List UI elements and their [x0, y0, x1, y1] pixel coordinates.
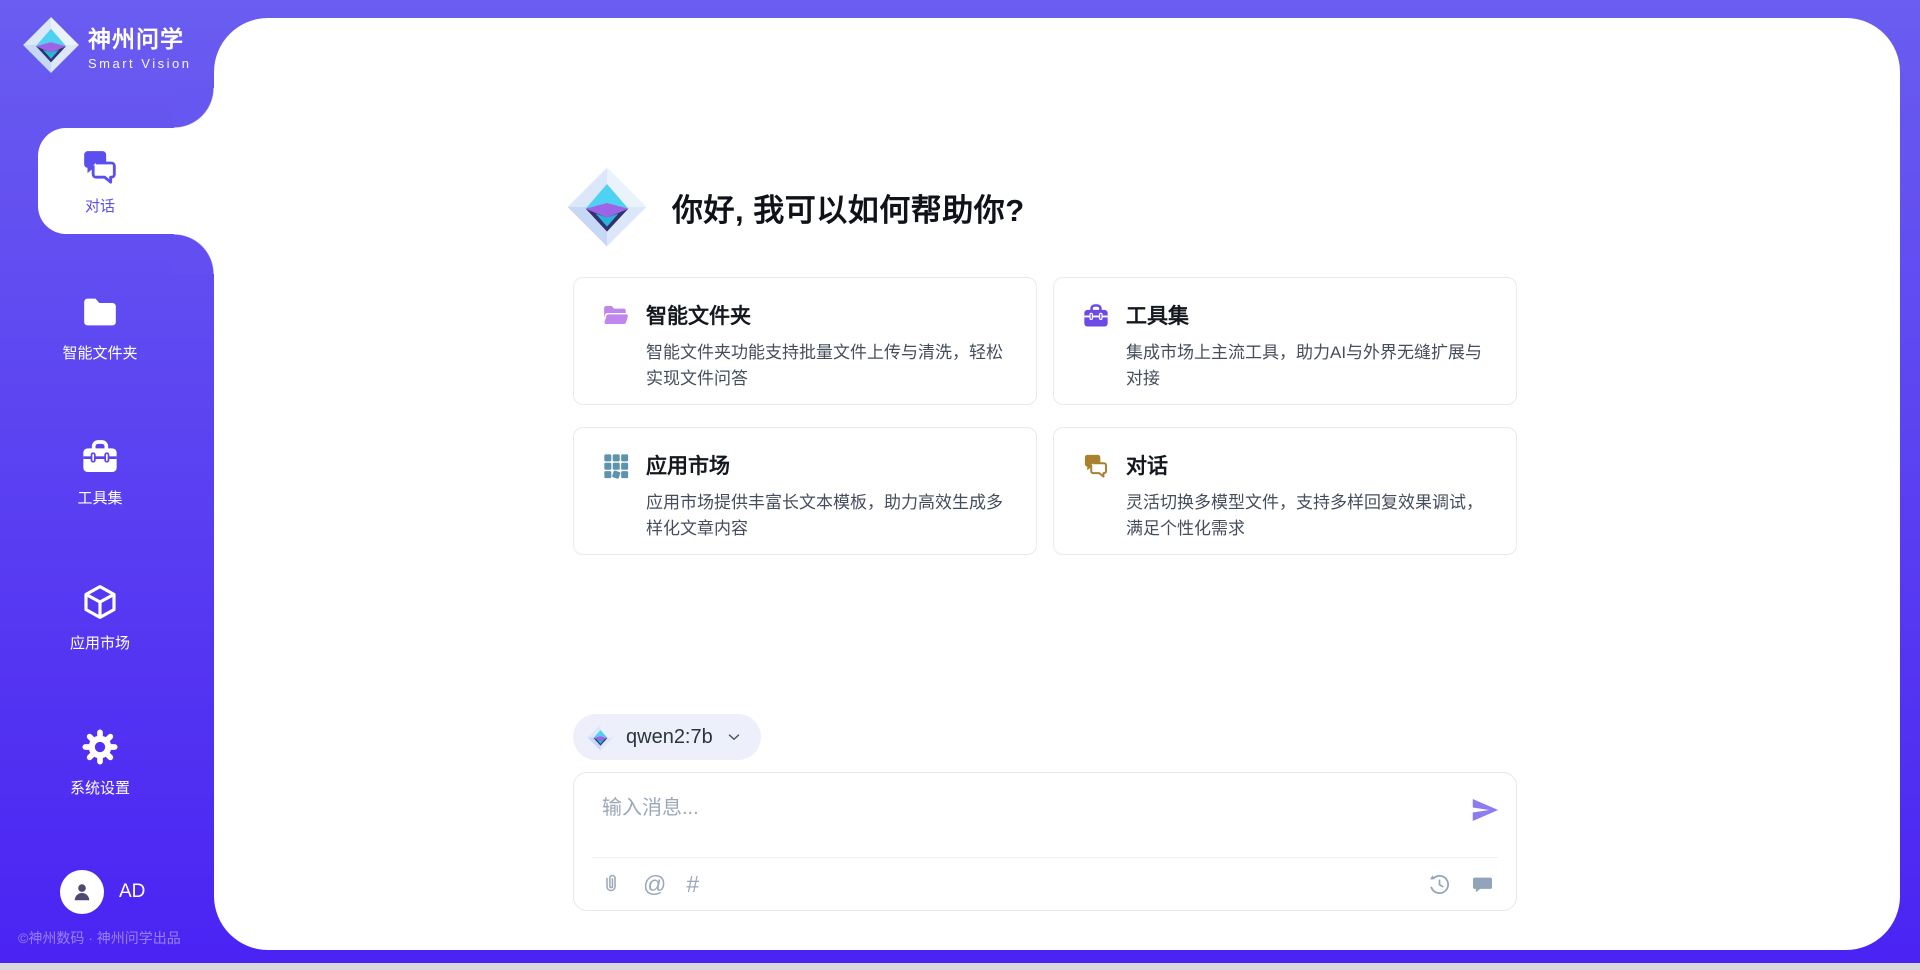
folder-icon: [80, 292, 120, 332]
feature-cards: 智能文件夹 智能文件夹功能支持批量文件上传与清洗，轻松实现文件问答 工具集 集成…: [573, 277, 1517, 555]
sidebar-item-app-market[interactable]: 应用市场: [0, 582, 200, 653]
message-input[interactable]: [600, 789, 1444, 849]
sidebar-item-smart-folders[interactable]: 智能文件夹: [0, 292, 200, 363]
hashtag-button[interactable]: #: [686, 873, 699, 896]
brand-subtitle: Smart Vision: [88, 56, 191, 71]
conversation-button[interactable]: [1471, 873, 1494, 896]
brand-name: 神州问学: [88, 20, 191, 54]
main-panel: 你好, 我可以如何帮助你? 智能文件夹 智能文件夹功能支持批量文件上传与清洗，轻…: [214, 18, 1900, 950]
user-account[interactable]: AD: [60, 870, 145, 914]
sidebar-item-settings[interactable]: 系统设置: [0, 727, 200, 798]
toolbox-icon: [80, 437, 120, 477]
page-title: 你好, 我可以如何帮助你?: [672, 185, 1025, 230]
feature-card-chat[interactable]: 对话 灵活切换多模型文件，支持多样回复效果调试，满足个性化需求: [1053, 427, 1517, 555]
avatar: [60, 870, 104, 914]
tab-fillet-bottom: [174, 234, 214, 274]
card-description: 集成市场上主流工具，助力AI与外界无缝扩展与对接: [1126, 340, 1490, 391]
user-name: AD: [119, 881, 145, 903]
sidebar-item-label: 系统设置: [70, 777, 130, 798]
sidebar-item-label: 对话: [85, 195, 115, 216]
greeting: 你好, 我可以如何帮助你?: [566, 166, 1025, 248]
card-title: 应用市场: [646, 450, 1010, 480]
gear-icon: [80, 727, 120, 767]
send-icon: [1470, 795, 1500, 825]
sidebar-item-toolset[interactable]: 工具集: [0, 437, 200, 508]
model-selector[interactable]: qwen2:7b: [573, 714, 761, 760]
card-description: 灵活切换多模型文件，支持多样回复效果调试，满足个性化需求: [1126, 490, 1490, 541]
brand: 神州问学 Smart Vision: [22, 16, 191, 74]
model-name: qwen2:7b: [626, 726, 713, 749]
mention-button[interactable]: @: [643, 873, 666, 896]
brand-logo-icon: [22, 16, 80, 74]
card-title: 对话: [1126, 450, 1490, 480]
chat-icon: [80, 147, 120, 187]
chat-bubble-icon: [1471, 873, 1494, 896]
history-button[interactable]: [1428, 873, 1451, 896]
sidebar-item-label: 智能文件夹: [62, 342, 137, 363]
model-logo-icon: [587, 724, 614, 751]
cube-icon: [80, 582, 120, 622]
card-title: 工具集: [1126, 300, 1490, 330]
paperclip-icon: [600, 873, 623, 896]
sidebar-footer: ©神州数码 · 神州问学出品: [18, 928, 181, 948]
hash-icon: #: [686, 873, 699, 896]
chat-icon: [1082, 452, 1110, 480]
folder-open-icon: [602, 302, 630, 330]
person-icon: [69, 879, 95, 905]
feature-card-toolset[interactable]: 工具集 集成市场上主流工具，助力AI与外界无缝扩展与对接: [1053, 277, 1517, 405]
welcome-logo-icon: [566, 166, 648, 248]
card-title: 智能文件夹: [646, 300, 1010, 330]
bottom-edge-strip: [0, 963, 1920, 970]
history-icon: [1428, 873, 1451, 896]
toolbox-icon: [1082, 302, 1110, 330]
composer-toolbar: @ #: [600, 865, 1494, 903]
composer: @ #: [573, 772, 1517, 911]
chevron-down-icon: [725, 728, 743, 746]
app-root: 神州问学 Smart Vision 对话 智能文件夹 工具集 应用市场 系统设置…: [0, 0, 1920, 970]
feature-card-smart-folders[interactable]: 智能文件夹 智能文件夹功能支持批量文件上传与清洗，轻松实现文件问答: [573, 277, 1037, 405]
at-icon: @: [643, 873, 666, 896]
tab-fillet-top: [174, 88, 214, 128]
card-description: 智能文件夹功能支持批量文件上传与清洗，轻松实现文件问答: [646, 340, 1010, 391]
sidebar-item-chat[interactable]: 对话: [38, 128, 215, 234]
sidebar-item-label: 应用市场: [70, 632, 130, 653]
grid-icon: [602, 452, 630, 480]
feature-card-app-market[interactable]: 应用市场 应用市场提供丰富长文本模板，助力高效生成多样化文章内容: [573, 427, 1037, 555]
sidebar-item-label: 工具集: [77, 487, 122, 508]
attach-button[interactable]: [600, 873, 623, 896]
card-description: 应用市场提供丰富长文本模板，助力高效生成多样化文章内容: [646, 490, 1010, 541]
send-button[interactable]: [1470, 795, 1500, 825]
composer-divider: [592, 857, 1498, 858]
